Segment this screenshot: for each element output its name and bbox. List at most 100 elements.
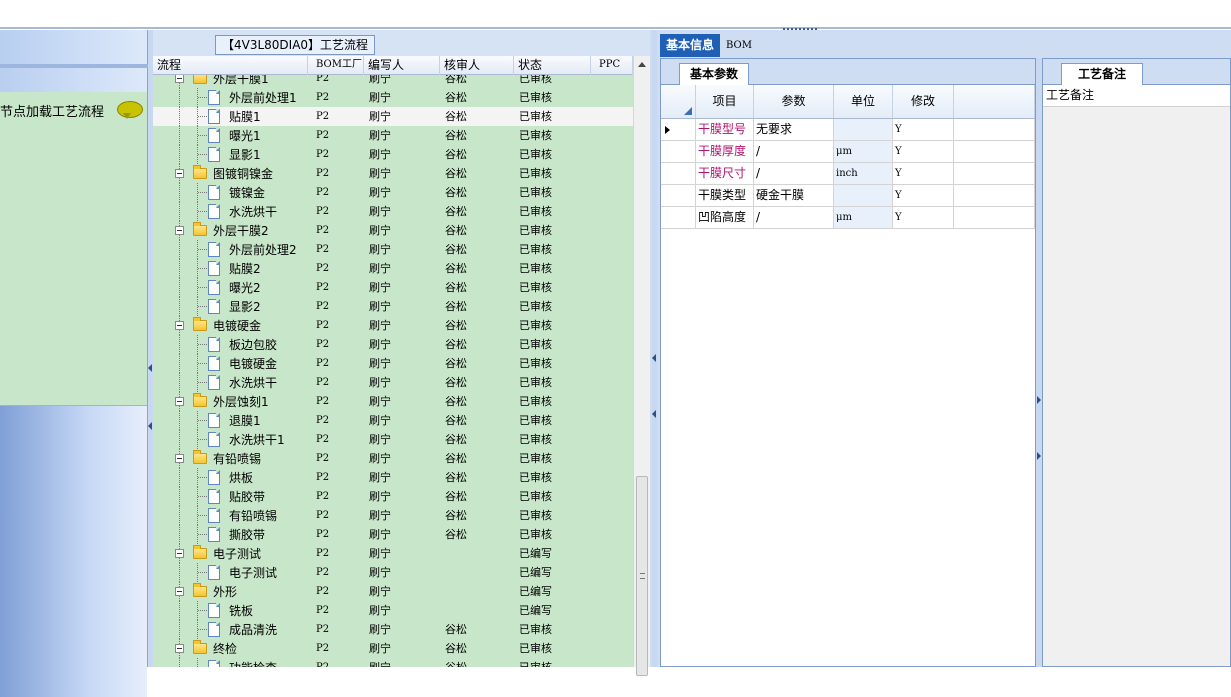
- process-row[interactable]: 外层前处理2 P2 刷宁 谷松 已审核: [153, 240, 633, 259]
- process-row[interactable]: 贴膜1 P2 刷宁 谷松 已审核: [153, 107, 633, 126]
- tree-cell[interactable]: 曝光1: [153, 126, 308, 145]
- param-item-cell[interactable]: 凹陷高度: [696, 207, 754, 228]
- param-item-cell[interactable]: 干膜型号: [696, 119, 754, 140]
- process-row[interactable]: 显影2 P2 刷宁 谷松 已审核: [153, 297, 633, 316]
- tab-basic-info[interactable]: 基本信息: [660, 34, 721, 57]
- process-row[interactable]: 水洗烘干 P2 刷宁 谷松 已审核: [153, 373, 633, 392]
- tree-cell[interactable]: 外层蚀刻1: [153, 392, 308, 411]
- collapse-node-icon[interactable]: [175, 169, 184, 178]
- param-modify-cell[interactable]: Y: [893, 119, 954, 140]
- speech-bubble-icon[interactable]: [117, 101, 143, 119]
- col-modify[interactable]: 修改: [893, 85, 954, 118]
- param-unit-cell[interactable]: inch: [834, 163, 893, 184]
- tree-cell[interactable]: 成品清洗: [153, 620, 308, 639]
- process-row[interactable]: 板边包胶 P2 刷宁 谷松 已审核: [153, 335, 633, 354]
- param-value-cell[interactable]: 硬金干膜: [754, 185, 834, 206]
- tree-cell[interactable]: 有铅喷锡: [153, 449, 308, 468]
- param-modify-cell[interactable]: Y: [893, 141, 954, 162]
- collapse-node-icon[interactable]: [175, 587, 184, 596]
- tree-cell[interactable]: 外层干膜1: [153, 75, 308, 88]
- process-row[interactable]: 图镀铜镍金 P2 刷宁 谷松 已审核: [153, 164, 633, 183]
- process-scrollbar[interactable]: [633, 56, 650, 676]
- col-item[interactable]: 项目: [696, 85, 754, 118]
- tree-cell[interactable]: 板边包胶: [153, 335, 308, 354]
- tree-cell[interactable]: 曝光2: [153, 278, 308, 297]
- tree-cell[interactable]: 撕胶带: [153, 525, 308, 544]
- collapse-node-icon[interactable]: [175, 397, 184, 406]
- param-unit-cell[interactable]: [834, 185, 893, 206]
- row-indicator[interactable]: [661, 163, 696, 184]
- collapse-node-icon[interactable]: [175, 454, 184, 463]
- param-unit-cell[interactable]: [834, 119, 893, 140]
- collapse-node-icon[interactable]: [175, 75, 184, 83]
- tree-cell[interactable]: 电镀硬金: [153, 354, 308, 373]
- tree-cell[interactable]: 贴胶带: [153, 487, 308, 506]
- row-indicator[interactable]: [661, 185, 696, 206]
- tree-cell[interactable]: 外层前处理1: [153, 88, 308, 107]
- param-modify-cell[interactable]: Y: [893, 163, 954, 184]
- process-row[interactable]: 曝光1 P2 刷宁 谷松 已审核: [153, 126, 633, 145]
- param-row[interactable]: 凹陷高度 / μm Y: [661, 207, 1035, 229]
- tree-cell[interactable]: 烘板: [153, 468, 308, 487]
- param-value-cell[interactable]: /: [754, 141, 834, 162]
- tree-cell[interactable]: 显影1: [153, 145, 308, 164]
- tab-basic-params[interactable]: 基本参数: [679, 63, 750, 85]
- tree-cell[interactable]: 水洗烘干1: [153, 430, 308, 449]
- param-item-cell[interactable]: 干膜厚度: [696, 141, 754, 162]
- collapse-node-icon[interactable]: [175, 321, 184, 330]
- tree-cell[interactable]: 外层前处理2: [153, 240, 308, 259]
- expand-right-icon[interactable]: [1037, 396, 1041, 404]
- process-row[interactable]: 镀镍金 P2 刷宁 谷松 已审核: [153, 183, 633, 202]
- tree-cell[interactable]: 终检: [153, 639, 308, 658]
- tree-cell[interactable]: 水洗烘干: [153, 202, 308, 221]
- process-row[interactable]: 有铅喷锡 P2 刷宁 谷松 已审核: [153, 506, 633, 525]
- param-row[interactable]: 干膜型号 无要求 Y: [661, 119, 1035, 141]
- tree-cell[interactable]: 贴膜2: [153, 259, 308, 278]
- param-row[interactable]: 干膜厚度 / μm Y: [661, 141, 1035, 163]
- param-value-cell[interactable]: /: [754, 163, 834, 184]
- col-unit[interactable]: 单位: [834, 85, 893, 118]
- process-row[interactable]: 退膜1 P2 刷宁 谷松 已审核: [153, 411, 633, 430]
- process-row[interactable]: 电镀硬金 P2 刷宁 谷松 已审核: [153, 316, 633, 335]
- tree-cell[interactable]: 退膜1: [153, 411, 308, 430]
- param-unit-cell[interactable]: μm: [834, 141, 893, 162]
- tree-cell[interactable]: 铣板: [153, 601, 308, 620]
- col-ppc[interactable]: PPC: [591, 56, 633, 75]
- tree-cell[interactable]: 功能检查: [153, 658, 308, 667]
- process-row[interactable]: 外层前处理1 P2 刷宁 谷松 已审核: [153, 88, 633, 107]
- process-row[interactable]: 显影1 P2 刷宁 谷松 已审核: [153, 145, 633, 164]
- row-indicator[interactable]: [661, 141, 696, 162]
- process-row[interactable]: 电子测试 P2 刷宁 已编写: [153, 544, 633, 563]
- tree-cell[interactable]: 有铅喷锡: [153, 506, 308, 525]
- param-value-cell[interactable]: /: [754, 207, 834, 228]
- row-indicator[interactable]: [661, 207, 696, 228]
- process-row[interactable]: 成品清洗 P2 刷宁 谷松 已审核: [153, 620, 633, 639]
- tree-cell[interactable]: 电镀硬金: [153, 316, 308, 335]
- tree-cell[interactable]: 显影2: [153, 297, 308, 316]
- middle-splitter[interactable]: [652, 30, 657, 667]
- col-param[interactable]: 参数: [754, 85, 834, 118]
- node-load-process-item[interactable]: 节点加载工艺流程: [0, 100, 147, 120]
- process-row[interactable]: 烘板 P2 刷宁 谷松 已审核: [153, 468, 633, 487]
- params-corner[interactable]: [661, 85, 696, 118]
- param-row[interactable]: 干膜尺寸 / inch Y: [661, 163, 1035, 185]
- col-reviewer[interactable]: 核审人: [440, 56, 514, 75]
- collapse-node-icon[interactable]: [175, 549, 184, 558]
- param-row[interactable]: 干膜类型 硬金干膜 Y: [661, 185, 1035, 207]
- row-indicator[interactable]: [661, 119, 696, 140]
- process-row[interactable]: 水洗烘干 P2 刷宁 谷松 已审核: [153, 202, 633, 221]
- collapse-middle-icon-2[interactable]: [652, 410, 656, 418]
- param-unit-cell[interactable]: μm: [834, 207, 893, 228]
- process-row[interactable]: 终检 P2 刷宁 谷松 已审核: [153, 639, 633, 658]
- process-row[interactable]: 铣板 P2 刷宁 已编写: [153, 601, 633, 620]
- tree-cell[interactable]: 贴膜1: [153, 107, 308, 126]
- param-modify-cell[interactable]: Y: [893, 185, 954, 206]
- tree-cell[interactable]: 电子测试: [153, 544, 308, 563]
- process-row[interactable]: 撕胶带 P2 刷宁 谷松 已审核: [153, 525, 633, 544]
- param-item-cell[interactable]: 干膜尺寸: [696, 163, 754, 184]
- scroll-thumb[interactable]: [636, 476, 648, 676]
- tree-cell[interactable]: 图镀铜镍金: [153, 164, 308, 183]
- col-process[interactable]: 流程: [153, 56, 308, 75]
- param-modify-cell[interactable]: Y: [893, 207, 954, 228]
- col-bom-factory[interactable]: BOM工厂: [308, 56, 364, 75]
